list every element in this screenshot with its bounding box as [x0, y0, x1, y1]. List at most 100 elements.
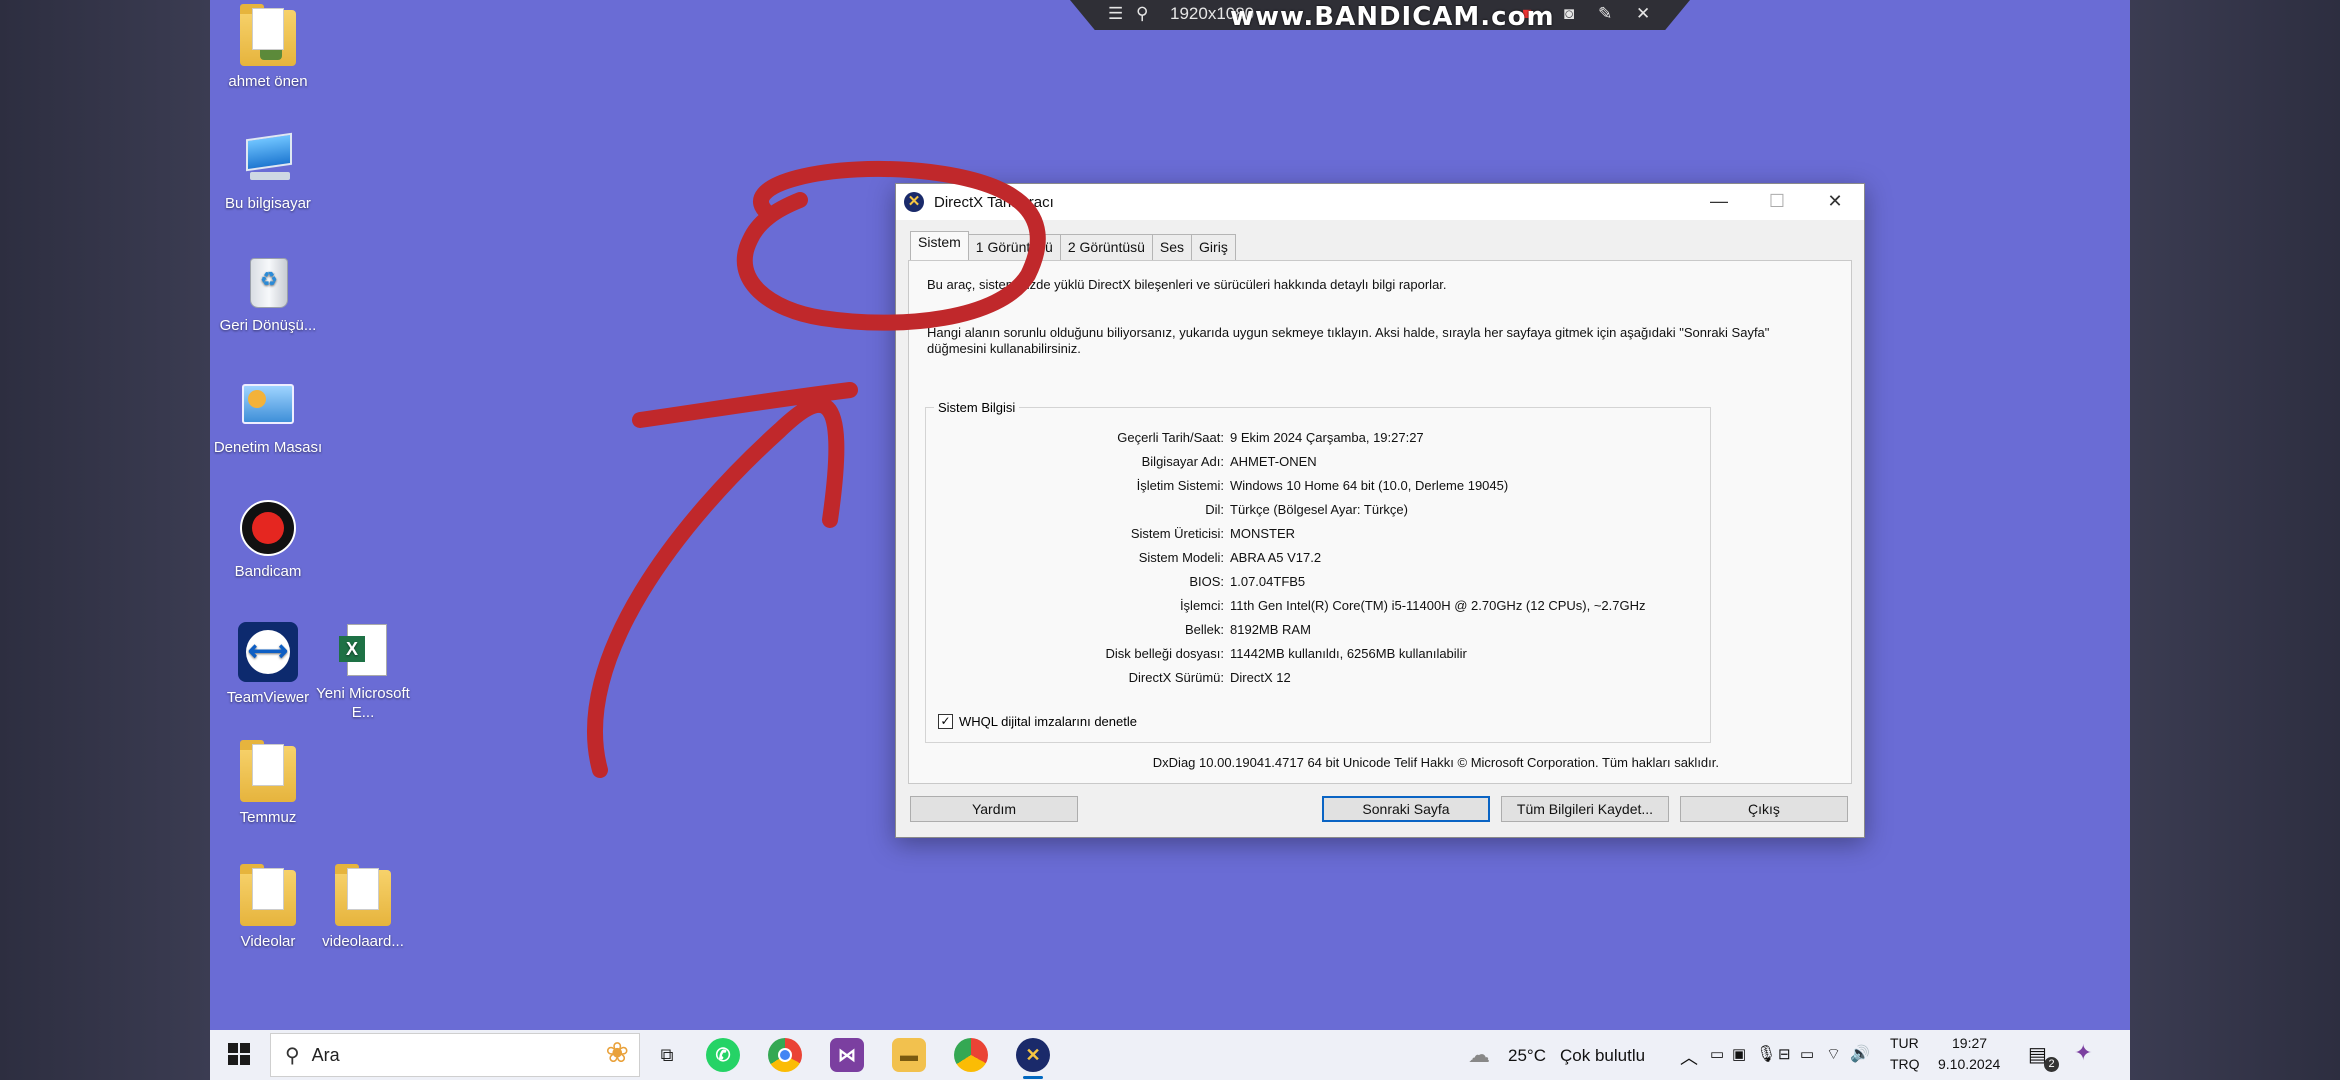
weather-icon[interactable]: ☁ [1468, 1042, 1490, 1068]
save-all-button[interactable]: Tüm Bilgileri Kaydet... [1501, 796, 1669, 822]
maximize-button[interactable]: ☐ [1748, 184, 1806, 220]
tab-system[interactable]: Sistem [910, 231, 969, 260]
window-title: DirectX Tanı Aracı [934, 193, 1054, 211]
teamviewer-icon: ⟷ [238, 622, 298, 682]
tab-sound[interactable]: Ses [1151, 234, 1193, 260]
close-icon[interactable]: ✕ [1636, 4, 1650, 24]
computer-icon [240, 132, 296, 188]
dxdiag-taskbar-icon[interactable]: ✕ [1016, 1038, 1050, 1072]
language-bottom[interactable]: TRQ [1890, 1056, 1920, 1072]
desktop-icon-label: videolaard... [322, 933, 404, 950]
battery-icon[interactable]: ▭ [1800, 1045, 1814, 1063]
chrome-profile-icon[interactable] [954, 1038, 988, 1072]
desktop-icon-videolaard[interactable]: videolaard... [308, 864, 418, 951]
microphone-icon[interactable]: 🎙 [1756, 1044, 1776, 1064]
minimize-button[interactable]: — [1690, 184, 1748, 220]
tab-display-2[interactable]: 2 Görüntüsü [1059, 234, 1153, 260]
right-background [2130, 0, 2340, 1080]
desktop-icon-this-pc[interactable]: Bu bilgisayar [213, 132, 323, 213]
whatsapp-icon[interactable]: ✆ [706, 1038, 740, 1072]
info-key: Dil: [1205, 502, 1224, 517]
info-row-os: İşletim Sistemi: Windows 10 Home 64 bit (… [926, 478, 1712, 498]
desktop-icon-control-panel[interactable]: Denetim Masası [213, 376, 323, 457]
wifi-icon[interactable]: ⌔ [1826, 1044, 1841, 1064]
desktop-icon-temmuz[interactable]: Temmuz [213, 740, 323, 827]
info-key: İşletim Sistemi: [1136, 478, 1224, 493]
info-row-model: Sistem Modeli: ABRA A5 V17.2 [926, 550, 1712, 570]
info-row-memory: Bellek: 8192MB RAM [926, 622, 1712, 642]
search-placeholder: Ara [311, 1044, 340, 1065]
desktop: ☰ ⚲ 1920x1080 ■ ◙ ✎ ✕ www.BANDICAM.com a… [210, 0, 2130, 1030]
info-key: Sistem Modeli: [1138, 550, 1224, 565]
tab-bar: Sistem 1 Görüntüsü 2 Görüntüsü Ses Giriş [910, 231, 1236, 260]
search-box[interactable]: ⚲ Ara ❀ [270, 1033, 640, 1077]
pin-icon[interactable]: ⚲ [1136, 4, 1148, 24]
folder-icon [240, 864, 296, 926]
dxdiag-window: ✕ DirectX Tanı Aracı — ☐ ✕ Sistem 1 Görü… [895, 183, 1865, 838]
exit-button[interactable]: Çıkış [1680, 796, 1848, 822]
next-page-button[interactable]: Sonraki Sayfa [1322, 796, 1490, 822]
control-panel-icon [240, 376, 296, 432]
info-row-processor: İşlemci: 11th Gen Intel(R) Core(TM) i5-11… [926, 598, 1712, 618]
clock-date[interactable]: 9.10.2024 [1938, 1056, 2000, 1072]
tab-display-1[interactable]: 1 Görüntüsü [967, 234, 1061, 260]
task-view-icon[interactable]: ⧉ [650, 1038, 684, 1072]
desktop-icon-recycle-bin[interactable]: ♻ Geri Dönüşü... [213, 254, 323, 335]
clock-time[interactable]: 19:27 [1952, 1035, 1987, 1051]
user-folder-icon [240, 4, 296, 66]
info-value: Türkçe (Bölgesel Ayar: Türkçe) [1230, 502, 1408, 517]
file-explorer-icon[interactable]: ▬ [892, 1038, 926, 1072]
desktop-icon-label: ahmet önen [228, 73, 308, 90]
info-value: 8192MB RAM [1230, 622, 1311, 637]
taskbar: ⚲ Ara ❀ ⧉ ✆ ⋈ ▬ ✕ ☁ 25°C Çok bulutlu ︿ ▭… [210, 1030, 2130, 1080]
info-key: İşlemci: [1179, 598, 1224, 613]
desktop-icon-label: Temmuz [239, 809, 297, 826]
close-button[interactable]: ✕ [1806, 184, 1864, 220]
active-app-indicator [1023, 1076, 1043, 1079]
annotation-arrow [587, 382, 858, 778]
meet-icon[interactable]: ▭ [1710, 1045, 1724, 1063]
folder-icon [335, 864, 391, 926]
info-value: Windows 10 Home 64 bit (10.0, Derleme 19… [1230, 478, 1509, 493]
network-status-icon[interactable]: ▣ [1732, 1045, 1746, 1063]
bandicam-watermark: www.BANDICAM.com [1230, 2, 1555, 32]
info-key: DirectX Sürümü: [1128, 670, 1224, 685]
title-bar[interactable]: ✕ DirectX Tanı Aracı — ☐ ✕ [896, 184, 1864, 220]
copilot-icon[interactable]: ✦ [2074, 1040, 2092, 1066]
desktop-icon-ahmet-onen[interactable]: ahmet önen [213, 4, 323, 91]
info-value: MONSTER [1230, 526, 1295, 541]
volume-icon[interactable]: 🔊 [1850, 1044, 1870, 1064]
recycle-bin-icon: ♻ [240, 254, 296, 310]
info-value: ABRA A5 V17.2 [1230, 550, 1322, 565]
excel-file-icon: X [335, 622, 391, 678]
chevron-up-icon[interactable]: ︿ [1680, 1044, 1698, 1070]
chrome-icon[interactable] [768, 1038, 802, 1072]
desktop-icon-videolar[interactable]: Videolar [213, 864, 323, 951]
info-key: Disk belleği dosyası: [1105, 646, 1225, 661]
usb-icon[interactable]: ⊟ [1778, 1045, 1791, 1063]
visual-studio-icon[interactable]: ⋈ [830, 1038, 864, 1072]
checkmark-icon[interactable]: ✓ [938, 714, 953, 729]
info-value: 11442MB kullanıldı, 6256MB kullanılabili… [1230, 646, 1467, 661]
instruction-text: Hangi alanın sorunlu olduğunu biliyorsan… [927, 325, 1770, 356]
directx-icon: ✕ [904, 192, 924, 212]
info-row-datetime: Geçerli Tarih/Saat: 9 Ekim 2024 Çarşamba,… [926, 430, 1712, 450]
language-top[interactable]: TUR [1890, 1035, 1919, 1051]
help-button[interactable]: Yardım [910, 796, 1078, 822]
windows-start-icon[interactable] [228, 1043, 250, 1065]
whql-checkbox[interactable]: ✓ WHQL dijital imzalarını denetle [938, 714, 1137, 729]
pencil-icon[interactable]: ✎ [1598, 4, 1612, 24]
info-value: 9 Ekim 2024 Çarşamba, 19:27:27 [1230, 430, 1424, 445]
search-icon: ⚲ [285, 1044, 300, 1067]
desktop-icon-bandicam[interactable]: Bandicam [213, 500, 323, 581]
weather-text[interactable]: Çok bulutlu [1560, 1046, 1645, 1066]
info-row-directx: DirectX Sürümü: DirectX 12 [926, 670, 1712, 690]
menu-icon[interactable]: ☰ [1108, 4, 1123, 24]
desktop-icon-label: Bu bilgisayar [225, 195, 311, 212]
weather-temp[interactable]: 25°C [1508, 1046, 1546, 1066]
camera-icon[interactable]: ◙ [1564, 4, 1574, 24]
desktop-icon-teamviewer[interactable]: ⟷ TeamViewer [213, 622, 323, 707]
info-value: 11th Gen Intel(R) Core(TM) i5-11400H @ 2… [1230, 598, 1646, 613]
tab-input[interactable]: Giriş [1191, 234, 1236, 260]
desktop-icon-excel[interactable]: X Yeni Microsoft E... [308, 622, 418, 722]
